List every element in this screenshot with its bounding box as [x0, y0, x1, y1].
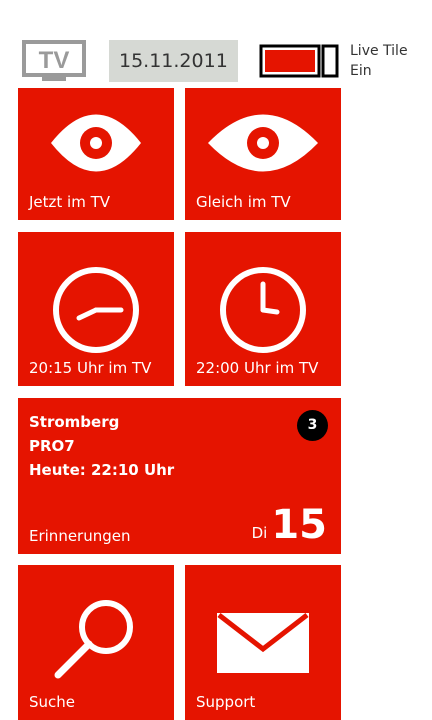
- tile-now-on-tv[interactable]: Jetzt im TV: [18, 88, 174, 220]
- tile-label: Support: [196, 693, 256, 711]
- day-name: Di: [251, 524, 268, 542]
- tile-label: Gleich im TV: [196, 193, 291, 211]
- tv-logo-text: TV: [39, 47, 70, 74]
- tv-logo-icon: TV: [22, 40, 86, 81]
- date-display[interactable]: 15.11.2011: [109, 40, 238, 82]
- tile-support[interactable]: Support: [185, 565, 341, 720]
- tile-label: Jetzt im TV: [29, 193, 111, 211]
- reminder-count-badge: 3: [297, 410, 328, 441]
- tile-soon-on-tv[interactable]: Gleich im TV: [185, 88, 341, 220]
- reminder-time: Heute: 22:10 Uhr: [29, 461, 175, 479]
- live-tile-state: Ein: [350, 63, 372, 79]
- live-tile-toggle[interactable]: [259, 44, 341, 78]
- tile-label: 20:15 Uhr im TV: [29, 359, 152, 377]
- tile-reminders[interactable]: Stromberg PRO7 Heute: 22:10 Uhr Erinneru…: [18, 398, 341, 554]
- tile-label: Erinnerungen: [29, 527, 131, 545]
- reminder-channel: PRO7: [29, 437, 75, 455]
- tile-2200-on-tv[interactable]: 22:00 Uhr im TV: [185, 232, 341, 386]
- reminder-details: Stromberg PRO7 Heute: 22:10 Uhr: [29, 410, 174, 482]
- day-indicator: Di 15: [252, 502, 327, 548]
- day-number: 15: [271, 502, 327, 548]
- tile-2015-on-tv[interactable]: 20:15 Uhr im TV: [18, 232, 174, 386]
- date-text: 15.11.2011: [119, 50, 228, 72]
- tile-search[interactable]: Suche: [18, 565, 174, 720]
- tile-label: Suche: [29, 693, 76, 711]
- reminder-title: Stromberg: [29, 413, 120, 431]
- tile-label: 22:00 Uhr im TV: [196, 359, 319, 377]
- live-tile-label: Live Tile Ein: [350, 41, 408, 81]
- live-tile-title: Live Tile: [350, 43, 408, 59]
